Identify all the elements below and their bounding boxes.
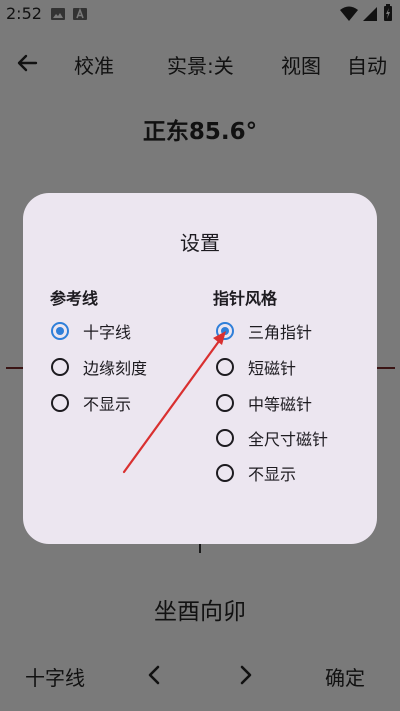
live-view-toggle[interactable]: 实景:关 [167, 50, 234, 79]
image-notification-icon [51, 8, 65, 20]
confirm-button[interactable]: 确定 [325, 662, 365, 691]
option-label: 短磁针 [248, 359, 297, 378]
chevron-right-icon[interactable] [235, 664, 255, 686]
radio-unchecked-icon[interactable] [216, 358, 234, 376]
pointer-option-medium-needle[interactable]: 中等磁针 [216, 388, 312, 418]
pointer-option-full-needle[interactable]: 全尺寸磁针 [216, 423, 328, 453]
reference-line-group-title: 参考线 [50, 289, 99, 308]
auto-button[interactable]: 自动 [347, 50, 387, 79]
radio-checked-icon[interactable] [216, 322, 234, 340]
option-label: 不显示 [83, 395, 132, 414]
radio-unchecked-icon[interactable] [216, 464, 234, 482]
cell-signal-icon [363, 7, 377, 21]
battery-charging-icon [384, 4, 392, 21]
current-mode-label[interactable]: 十字线 [25, 662, 85, 691]
pointer-option-short-needle[interactable]: 短磁针 [216, 352, 296, 382]
calibrate-button[interactable]: 校准 [74, 50, 114, 79]
status-bar: 2:52 [0, 0, 400, 28]
reference-option-hidden[interactable]: 不显示 [51, 388, 131, 418]
chevron-left-icon[interactable] [145, 664, 165, 686]
radio-checked-icon[interactable] [51, 322, 69, 340]
option-label: 三角指针 [248, 323, 313, 342]
radio-unchecked-icon[interactable] [51, 358, 69, 376]
view-button[interactable]: 视图 [281, 50, 321, 79]
text-notification-icon [73, 7, 87, 20]
bottom-bar: 十字线 确定 [0, 656, 400, 696]
reference-line-right [377, 367, 395, 369]
pointer-option-triangle[interactable]: 三角指针 [216, 316, 312, 346]
option-label: 边缘刻度 [83, 359, 148, 378]
option-label: 中等磁针 [248, 395, 313, 414]
direction-text: 坐酉向卯 [154, 599, 246, 625]
reference-option-edge-ticks[interactable]: 边缘刻度 [51, 352, 147, 382]
reference-option-crosshair[interactable]: 十字线 [51, 316, 131, 346]
option-label: 不显示 [248, 465, 297, 484]
dialog-title: 设置 [180, 231, 220, 255]
pointer-style-group-title: 指针风格 [213, 289, 278, 308]
compass-heading: 正东85.6° [142, 119, 258, 145]
top-toolbar: 校准 实景:关 视图 自动 [0, 44, 400, 84]
option-label: 十字线 [83, 323, 132, 342]
wifi-icon [340, 6, 358, 21]
status-time: 2:52 [6, 4, 42, 23]
settings-dialog: 设置 参考线 十字线 边缘刻度 不显示 指针风格 三角指针 短磁针 中等磁针 全… [23, 193, 377, 544]
pointer-option-hidden[interactable]: 不显示 [216, 458, 296, 488]
option-label: 全尺寸磁针 [248, 430, 329, 449]
radio-unchecked-icon[interactable] [51, 394, 69, 412]
radio-unchecked-icon[interactable] [216, 394, 234, 412]
radio-unchecked-icon[interactable] [216, 429, 234, 447]
back-arrow-icon[interactable] [14, 50, 40, 76]
